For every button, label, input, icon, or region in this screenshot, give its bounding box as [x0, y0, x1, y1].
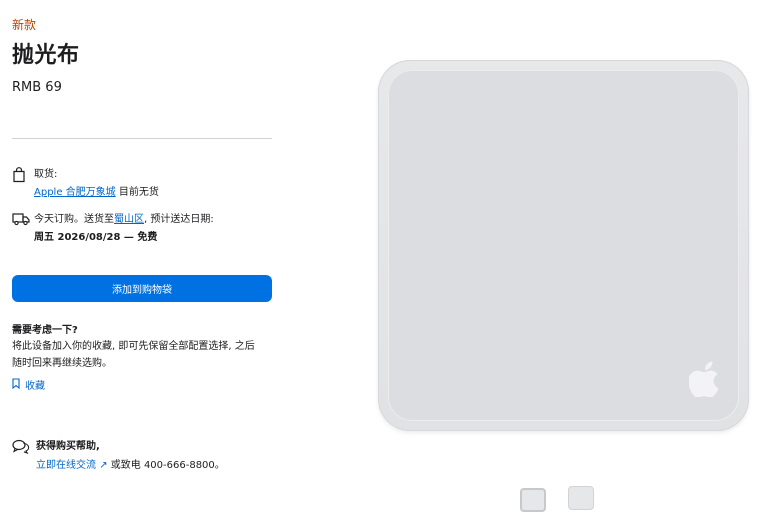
consider-line-1: 将此设备加入你的收藏, 即可先保留全部配置选择, 之后	[12, 341, 255, 352]
delivery-truck-icon	[12, 211, 34, 226]
apple-logo-icon	[689, 361, 719, 397]
phone-text: 或致电 400-666-8800。	[110, 460, 225, 471]
polishing-cloth-image	[378, 60, 749, 431]
help-title: 获得购买帮助,	[36, 441, 100, 452]
purchase-help: 获得购买帮助, 立即在线交流 ↗ 或致电 400-666-8800。	[12, 437, 225, 475]
divider	[12, 138, 272, 139]
new-badge: 新款	[12, 18, 37, 32]
district-link[interactable]: 蜀山区	[114, 214, 144, 225]
bookmark-icon	[12, 377, 20, 392]
external-link-arrow-icon: ↗	[99, 460, 108, 471]
delivery-date: 周五 2026/08/28 — 免费	[34, 232, 158, 243]
pickup-label: 取货:	[34, 169, 58, 180]
product-price: RMB 69	[12, 80, 62, 95]
delivery-suffix: , 预计送达日期:	[144, 214, 214, 225]
consider-line-2: 随时回来再继续选购。	[12, 358, 112, 369]
pickup-info: 取货: Apple 合肥万象城 目前无货	[12, 166, 274, 202]
thumbnail-2[interactable]	[568, 486, 594, 510]
save-label: 收藏	[25, 381, 45, 392]
consider-heading: 需要考虑一下?	[12, 325, 78, 336]
consider-description: 将此设备加入你的收藏, 即可先保留全部配置选择, 之后 随时回来再继续选购。	[12, 338, 274, 372]
online-chat-link[interactable]: 立即在线交流 ↗	[36, 460, 108, 471]
shopping-bag-icon	[12, 166, 34, 183]
add-to-bag-button[interactable]: 添加到购物袋	[12, 275, 272, 302]
availability-text: 目前无货	[118, 187, 159, 198]
store-link[interactable]: Apple 合肥万象城	[34, 187, 116, 198]
online-chat-label: 立即在线交流	[36, 460, 96, 471]
delivery-info: 今天订购。送货至蜀山区, 预计送达日期: 周五 2026/08/28 — 免费	[12, 211, 274, 247]
product-page: 新款 抛光布 RMB 69 取货: Apple 合肥万象城 目前无货 今天订购。…	[0, 0, 767, 520]
thumbnail-1[interactable]	[520, 488, 546, 512]
delivery-prefix: 今天订购。送货至	[34, 214, 114, 225]
product-title: 抛光布	[12, 43, 80, 68]
cloth-surface	[388, 70, 739, 421]
save-favorite-link[interactable]: 收藏	[12, 377, 45, 392]
chat-bubbles-icon	[12, 437, 36, 458]
